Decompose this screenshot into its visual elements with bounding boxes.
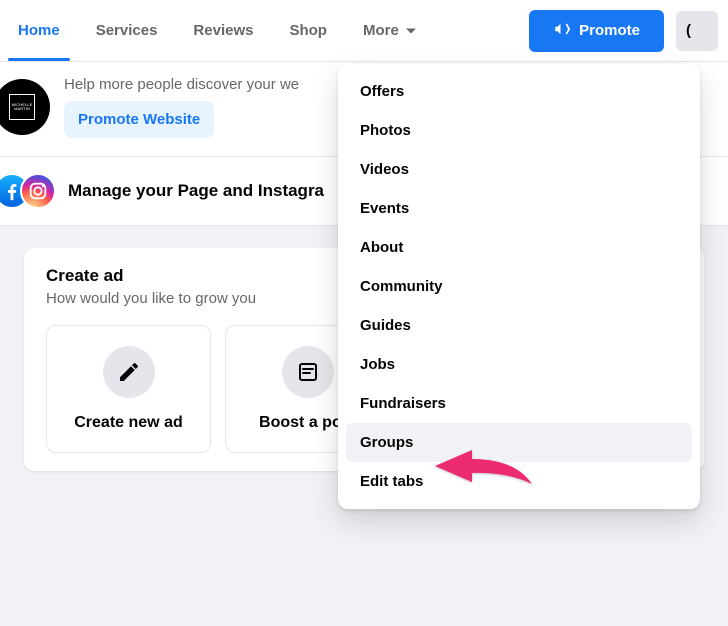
tab-label: Home bbox=[18, 22, 60, 39]
overflow-button[interactable]: ( bbox=[676, 11, 718, 51]
top-nav: Home Services Reviews Shop More Promote … bbox=[0, 0, 728, 62]
promote-help-text: Help more people discover your we bbox=[64, 76, 299, 93]
megaphone-icon bbox=[553, 20, 571, 42]
tab-shop[interactable]: Shop bbox=[271, 0, 345, 61]
dropdown-item-community[interactable]: Community bbox=[346, 267, 692, 306]
more-dropdown: Offers Photos Videos Events About Commun… bbox=[338, 64, 700, 509]
dropdown-item-fundraisers[interactable]: Fundraisers bbox=[346, 384, 692, 423]
dropdown-item-groups[interactable]: Groups bbox=[346, 423, 692, 462]
platform-icons bbox=[0, 173, 56, 209]
tab-services[interactable]: Services bbox=[78, 0, 176, 61]
tab-label: More bbox=[363, 22, 399, 39]
instagram-icon bbox=[20, 173, 56, 209]
tab-label: Services bbox=[96, 22, 158, 39]
option-create-new-ad[interactable]: Create new ad bbox=[46, 325, 211, 453]
dropdown-item-about[interactable]: About bbox=[346, 228, 692, 267]
dropdown-item-jobs[interactable]: Jobs bbox=[346, 345, 692, 384]
dropdown-item-events[interactable]: Events bbox=[346, 189, 692, 228]
tab-more[interactable]: More bbox=[345, 0, 435, 61]
edit-icon bbox=[103, 346, 155, 398]
post-icon bbox=[282, 346, 334, 398]
promote-button-label: Promote bbox=[579, 22, 640, 39]
nav-tabs: Home Services Reviews Shop More bbox=[0, 0, 435, 61]
promote-website-button[interactable]: Promote Website bbox=[64, 101, 214, 138]
tab-label: Shop bbox=[289, 22, 327, 39]
tab-home[interactable]: Home bbox=[0, 0, 78, 61]
dropdown-item-guides[interactable]: Guides bbox=[346, 306, 692, 345]
avatar-text: MICHELLE MARTIN bbox=[10, 103, 34, 111]
tab-reviews[interactable]: Reviews bbox=[175, 0, 271, 61]
dropdown-item-videos[interactable]: Videos bbox=[346, 150, 692, 189]
page-avatar: MICHELLE MARTIN bbox=[0, 79, 50, 135]
dropdown-item-edit-tabs[interactable]: Edit tabs bbox=[346, 462, 692, 501]
option-label: Create new ad bbox=[74, 414, 182, 432]
dropdown-item-photos[interactable]: Photos bbox=[346, 111, 692, 150]
promote-button[interactable]: Promote bbox=[529, 10, 664, 52]
dropdown-item-offers[interactable]: Offers bbox=[346, 72, 692, 111]
tab-label: Reviews bbox=[193, 22, 253, 39]
manage-text: Manage your Page and Instagra bbox=[68, 181, 324, 201]
chevron-down-icon bbox=[405, 25, 417, 37]
